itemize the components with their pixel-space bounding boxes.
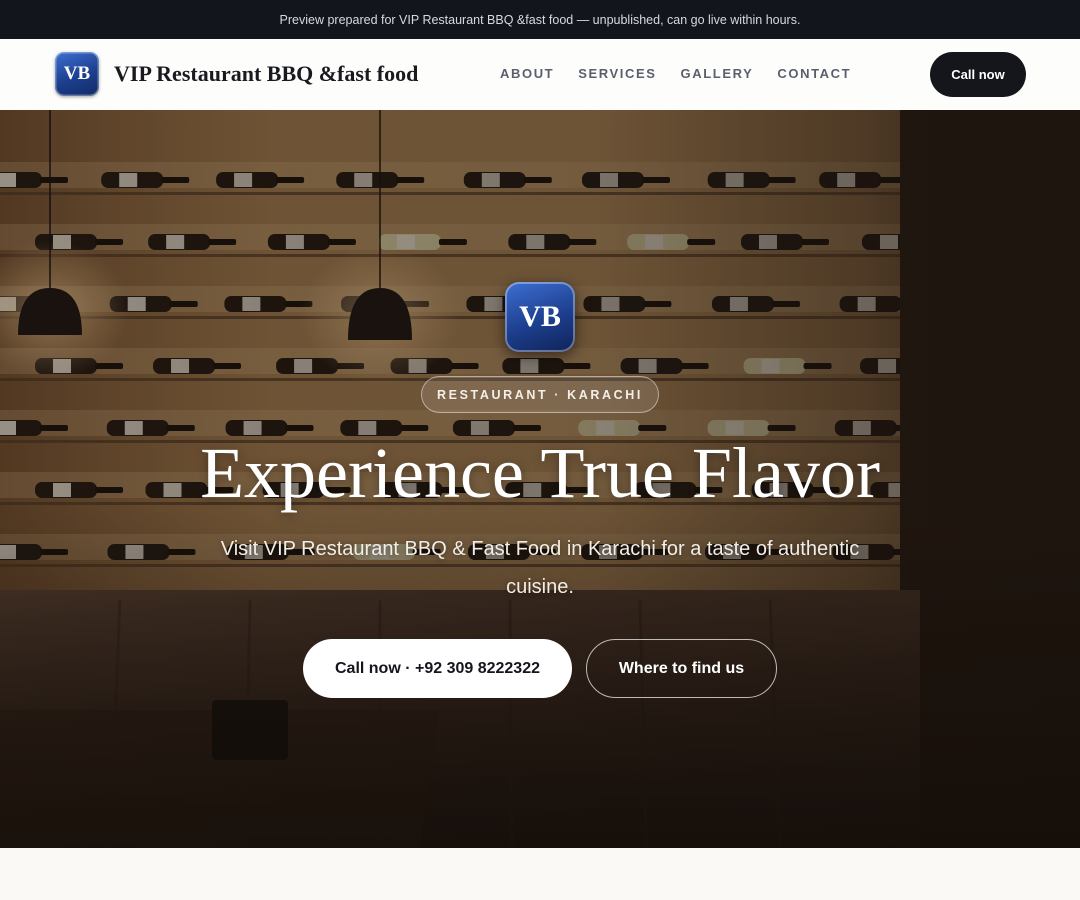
nav-link-about[interactable]: ABOUT bbox=[500, 66, 554, 81]
header-call-now-button[interactable]: Call now bbox=[930, 52, 1026, 97]
main-nav: ABOUT SERVICES GALLERY CONTACT bbox=[500, 66, 851, 81]
hero-title: Experience True Flavor bbox=[200, 433, 880, 513]
nav-link-services[interactable]: SERVICES bbox=[578, 66, 656, 81]
site-header: VB VIP Restaurant BBQ &fast food ABOUT S… bbox=[0, 39, 1080, 110]
next-section bbox=[0, 848, 1080, 900]
hero-logo-initials: VB bbox=[519, 300, 561, 333]
hero-call-now-button[interactable]: Call now · +92 309 8222322 bbox=[303, 639, 572, 698]
preview-banner-text: Preview prepared for VIP Restaurant BBQ … bbox=[279, 12, 801, 27]
brand-name[interactable]: VIP Restaurant BBQ &fast food bbox=[114, 61, 418, 87]
hero-section: VB RESTAURANT · KARACHI Experience True … bbox=[0, 110, 1080, 848]
preview-banner: Preview prepared for VIP Restaurant BBQ … bbox=[0, 0, 1080, 39]
hero-subtitle: Visit VIP Restaurant BBQ & Fast Food in … bbox=[220, 538, 860, 598]
hero-where-to-find-us-button[interactable]: Where to find us bbox=[586, 639, 777, 698]
logo-badge[interactable]: VB bbox=[55, 52, 99, 96]
logo-initials: VB bbox=[63, 63, 91, 84]
nav-link-gallery[interactable]: GALLERY bbox=[681, 66, 754, 81]
hero-category-tag: RESTAURANT · KARACHI bbox=[421, 376, 659, 413]
hero-logo-badge: VB bbox=[505, 282, 575, 352]
nav-link-contact[interactable]: CONTACT bbox=[777, 66, 851, 81]
